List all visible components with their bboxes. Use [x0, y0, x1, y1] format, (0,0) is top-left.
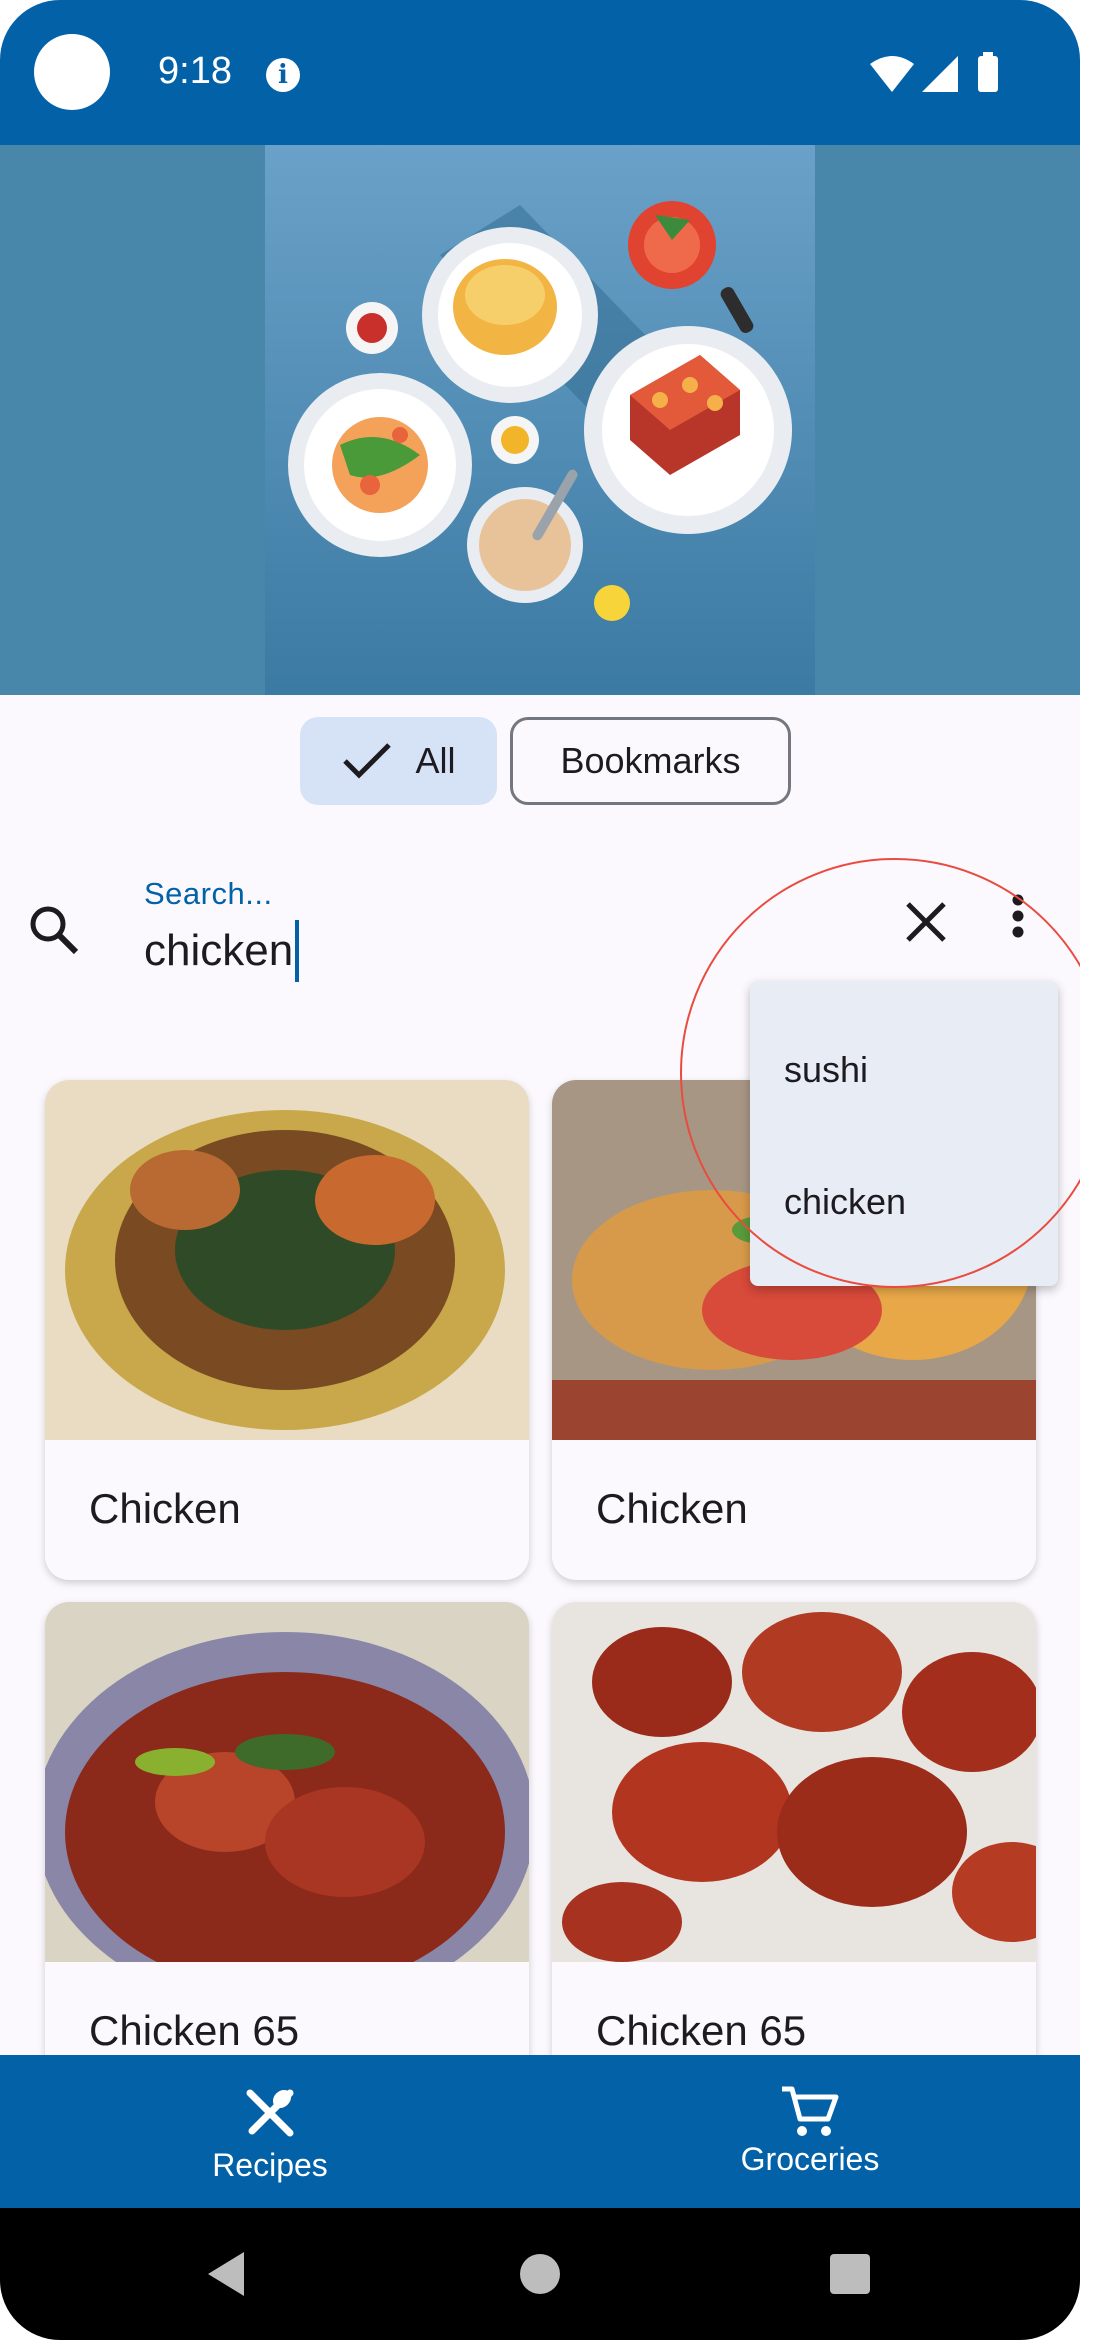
status-bar: 9:18 i	[0, 0, 1080, 145]
app-screen: 9:18 i All Bookmarks Search... chicken C…	[0, 0, 1080, 2340]
search-input-value: chicken	[144, 926, 294, 975]
more-vert-icon[interactable]	[1010, 892, 1026, 942]
home-icon[interactable]	[518, 2252, 562, 2296]
food-illustration	[265, 145, 815, 695]
system-navigation-bar	[0, 2208, 1080, 2340]
cart-icon	[782, 2086, 839, 2136]
text-cursor	[295, 920, 300, 982]
status-icons	[870, 52, 998, 92]
chip-bookmarks[interactable]: Bookmarks	[510, 717, 791, 805]
recents-icon[interactable]	[828, 2252, 872, 2296]
battery-icon	[978, 56, 998, 92]
signal-icon	[922, 56, 958, 92]
nav-groceries-label: Groceries	[740, 2141, 880, 2177]
recipe-card[interactable]: Chicken	[45, 1080, 529, 1580]
recipe-title: Chicken	[596, 1485, 748, 1532]
recipe-image	[45, 1080, 529, 1440]
recipe-title: Chicken 65	[596, 2007, 807, 2054]
chip-bookmarks-label: Bookmarks	[560, 740, 741, 781]
menu-item-sushi[interactable]: sushi	[784, 1049, 868, 1091]
recipe-title: Chicken	[89, 1485, 241, 1532]
chip-all-label: All	[415, 740, 456, 781]
close-icon[interactable]	[904, 900, 948, 944]
nav-groceries[interactable]: Groceries	[710, 2055, 910, 2208]
hero-banner	[0, 145, 1080, 695]
recipe-image	[552, 1602, 1036, 1962]
chip-all[interactable]: All	[300, 717, 497, 805]
nav-recipes[interactable]: Recipes	[170, 2055, 370, 2208]
nav-recipes-label: Recipes	[212, 2147, 328, 2183]
status-time: 9:18	[158, 50, 232, 92]
wifi-icon	[870, 56, 914, 92]
cutlery-icon	[246, 2089, 294, 2137]
search-input[interactable]: chicken	[144, 920, 300, 982]
search-icon[interactable]	[26, 902, 82, 958]
camera-cutout	[34, 34, 110, 110]
recipe-card[interactable]: Chicken 65	[552, 1602, 1036, 2102]
menu-item-chicken[interactable]: chicken	[784, 1181, 906, 1223]
recipe-image	[45, 1602, 529, 1962]
check-icon	[343, 743, 392, 779]
search-history-menu: sushi chicken	[750, 981, 1058, 1286]
info-icon: i	[266, 58, 300, 92]
search-label: Search...	[144, 876, 273, 911]
recipe-card[interactable]: Chicken 65	[45, 1602, 529, 2102]
bottom-navigation: Recipes Groceries	[0, 2055, 1080, 2208]
back-icon[interactable]	[204, 2250, 248, 2298]
filter-chips: All Bookmarks	[0, 717, 1080, 805]
recipe-title: Chicken 65	[89, 2007, 300, 2054]
